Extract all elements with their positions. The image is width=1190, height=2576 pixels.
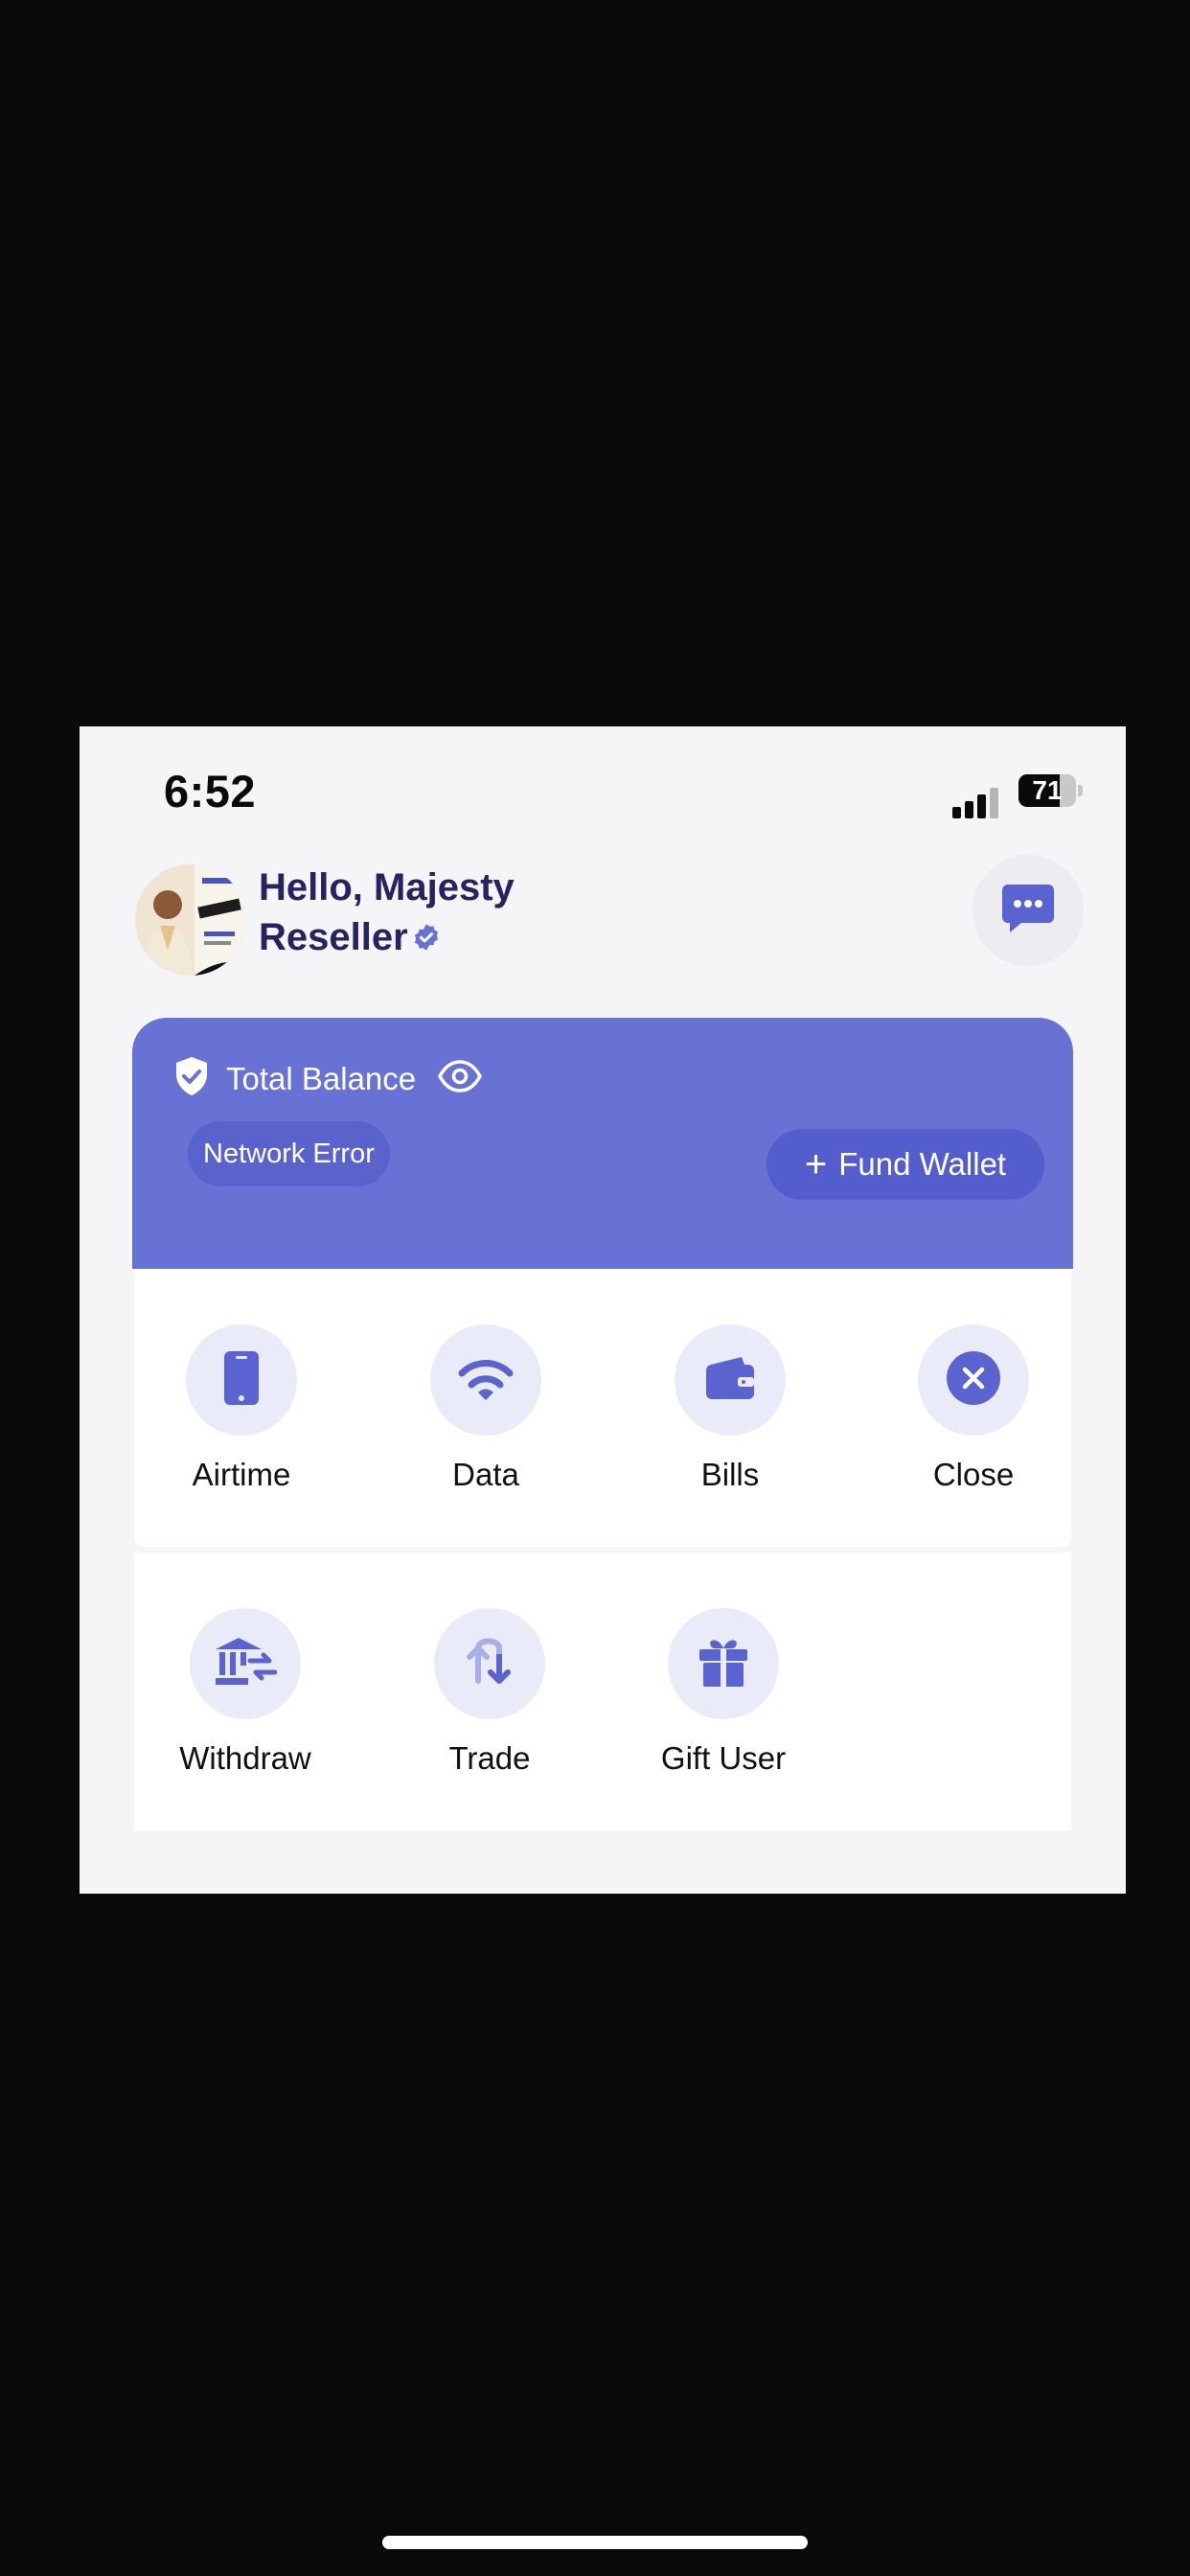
chat-bubble-icon [1000,883,1056,939]
bank-transfer-icon [214,1636,278,1692]
shield-check-icon [174,1056,209,1101]
swap-icon [463,1635,516,1693]
fund-wallet-button[interactable]: + Fund Wallet [767,1129,1044,1200]
wallet-icon [703,1355,757,1406]
greeting-name: Hello, Majesty [259,866,515,908]
verified-badge-icon [412,914,441,964]
status-time: 6:52 [164,766,257,816]
action-label: Withdraw [179,1740,311,1776]
action-trade[interactable]: Trade [394,1608,585,1777]
action-gift-user[interactable]: Gift User [628,1608,819,1777]
more-services-panel: Withdraw Trade Gift User [134,1552,1071,1830]
close-circle-icon [945,1349,1002,1412]
action-label: Bills [700,1457,760,1492]
fund-wallet-label: Fund Wallet [838,1146,1007,1182]
eye-icon[interactable] [437,1060,483,1097]
action-data[interactable]: Data [390,1324,582,1493]
avatar[interactable] [135,864,246,976]
action-label: Trade [448,1740,531,1776]
greeting: Hello, Majesty Reseller [259,862,515,964]
action-airtime[interactable]: Airtime [146,1324,337,1493]
action-withdraw[interactable]: Withdraw [149,1608,341,1777]
services-panel: Airtime Data Bills Close [134,1269,1071,1547]
user-role: Reseller [259,916,408,958]
app-screen: 6:52 71 Hello, Majesty Reseller Total Ba… [80,726,1126,1894]
home-indicator[interactable] [382,2536,808,2549]
battery-icon: 71 [1018,774,1086,809]
balance-card: Total Balance Network Error + Fund Walle… [132,1018,1073,1269]
wifi-icon [457,1354,515,1407]
plus-icon: + [804,1143,828,1185]
action-label: Close [932,1457,1015,1492]
action-label: Airtime [192,1457,291,1492]
total-balance-label: Total Balance [226,1060,417,1096]
action-label: Data [452,1457,519,1492]
signal-icon [952,784,1000,818]
battery-level-text: 71 [1032,775,1063,805]
action-close[interactable]: Close [878,1324,1069,1493]
gift-icon [698,1635,749,1693]
phone-icon [222,1349,261,1412]
status-bar: 6:52 71 [80,726,1126,832]
action-bills[interactable]: Bills [634,1324,826,1493]
chat-button[interactable] [973,855,1084,966]
action-label: Gift User [660,1740,787,1776]
balance-status-badge: Network Error [188,1121,390,1186]
